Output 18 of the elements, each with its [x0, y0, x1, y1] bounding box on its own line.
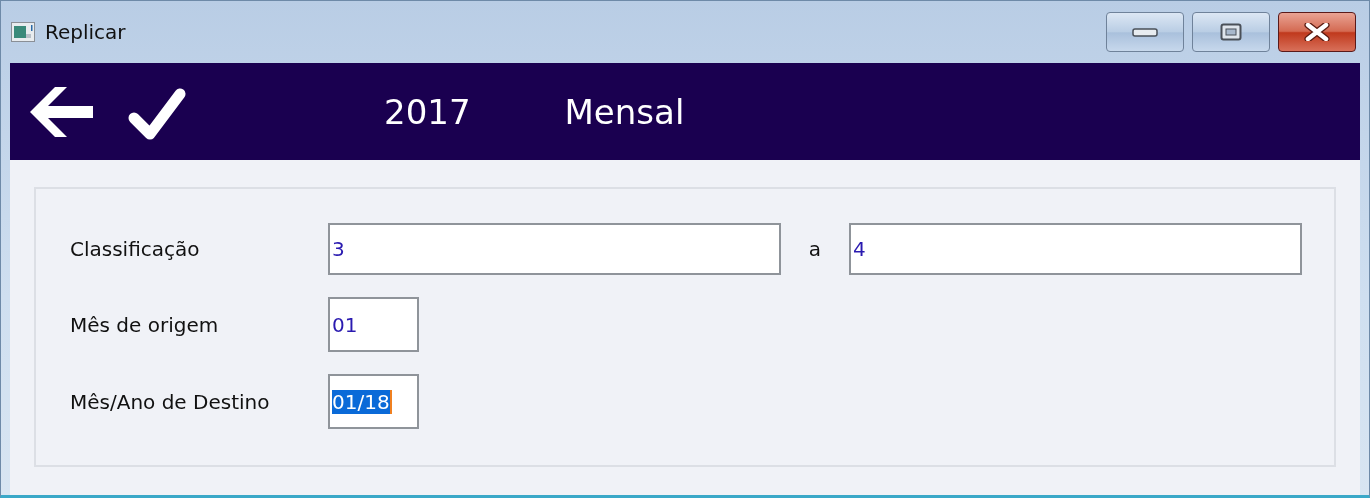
- field-label: Mês/Ano de Destino: [70, 389, 271, 414]
- app-icon: [11, 22, 35, 42]
- field-label: Classificação: [70, 237, 201, 261]
- close-button[interactable]: [1278, 12, 1356, 52]
- close-icon: [1304, 23, 1330, 41]
- window-title: Replicar: [45, 20, 126, 44]
- input-field[interactable]: 3: [328, 223, 781, 275]
- input-field[interactable]: 01: [328, 297, 419, 352]
- minimize-icon: [1132, 27, 1158, 37]
- year-label: 2017: [384, 91, 471, 132]
- field-label: Mês de origem: [70, 312, 220, 337]
- input-field[interactable]: 01/18: [328, 374, 419, 429]
- input-field[interactable]: 4: [849, 223, 1302, 275]
- minimize-button[interactable]: [1106, 12, 1184, 52]
- period-label: Mensal: [564, 91, 685, 132]
- range-separator: a: [807, 237, 823, 261]
- maximize-icon: [1220, 23, 1242, 41]
- maximize-button[interactable]: [1192, 12, 1270, 52]
